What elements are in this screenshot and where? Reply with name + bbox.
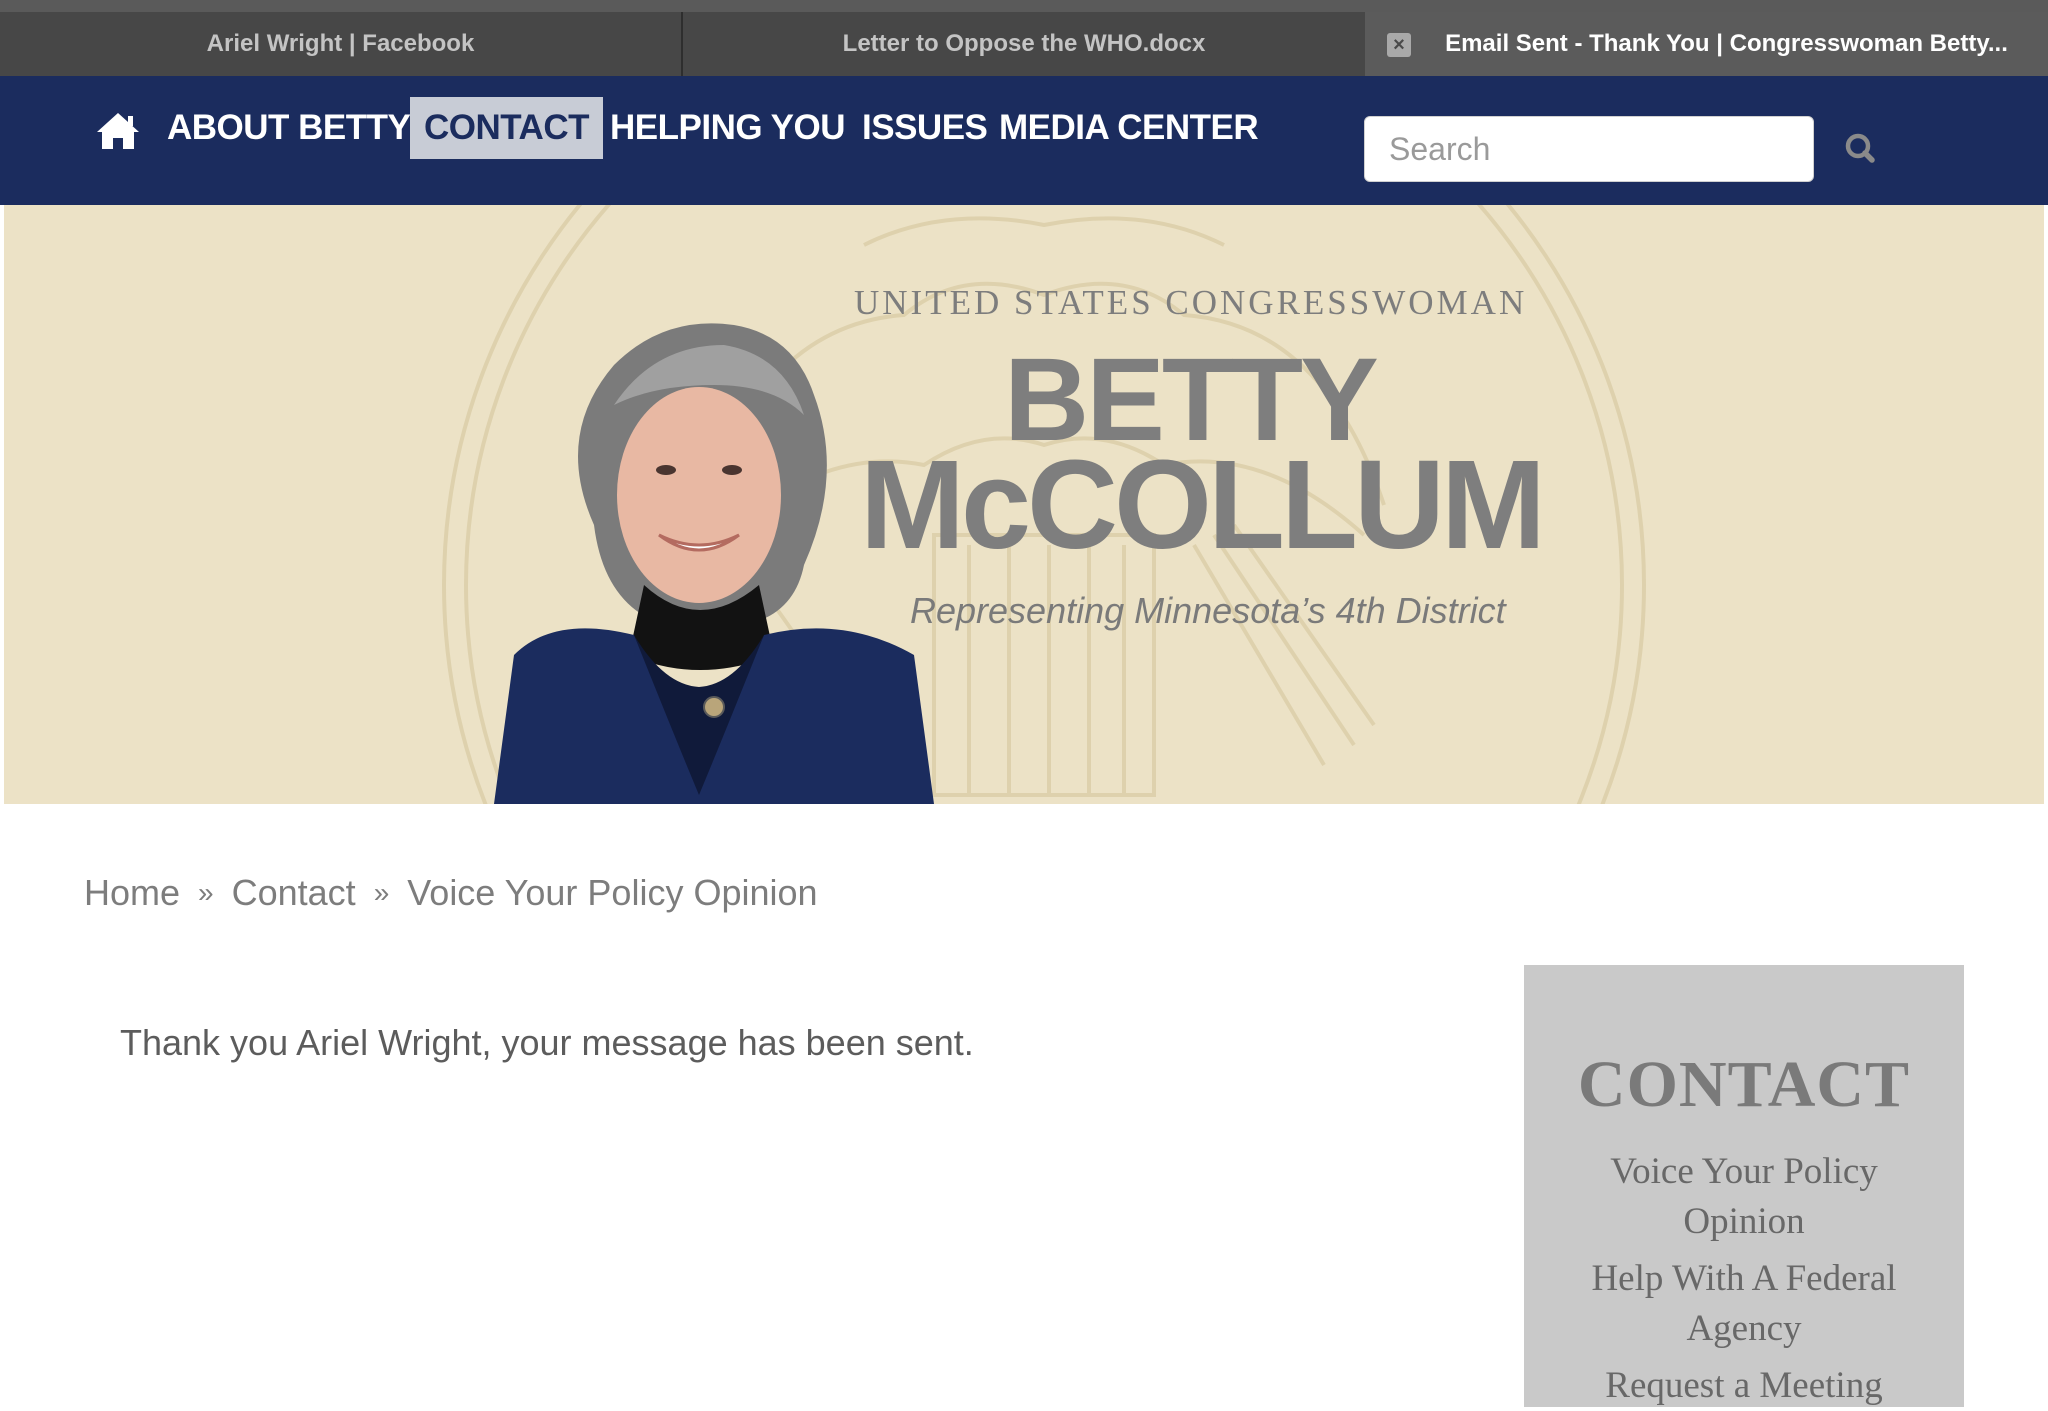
search-icon[interactable] — [1828, 116, 1894, 182]
nav-about-betty[interactable]: ABOUT BETTY — [167, 97, 411, 159]
banner-eyebrow: UNITED STATES CONGRESSWOMAN — [854, 283, 1528, 322]
search-input[interactable]: Search — [1364, 116, 1814, 182]
close-tab-icon[interactable]: × — [1387, 33, 1411, 57]
breadcrumb: Home » Contact » Voice Your Policy Opinion — [84, 872, 818, 914]
sidebar-link-request-meeting[interactable]: Request a Meeting — [1560, 1361, 1928, 1411]
breadcrumb-contact[interactable]: Contact — [232, 872, 356, 913]
sidebar-title: CONTACT — [1577, 1048, 1911, 1121]
nav-helping-you[interactable]: HELPING YOU — [610, 97, 846, 159]
breadcrumb-current: Voice Your Policy Opinion — [407, 872, 818, 913]
nav-issues[interactable]: ISSUES — [862, 97, 988, 159]
nav-contact[interactable]: CONTACT — [410, 97, 603, 159]
banner-last-name: McCOLLUM — [860, 434, 1546, 575]
congresswoman-portrait — [494, 323, 934, 804]
browser-tab-bar: Ariel Wright | Facebook Letter to Oppose… — [0, 12, 2048, 76]
tab-label: Letter to Oppose the WHO.docx — [842, 30, 1206, 57]
site-nav: ABOUT BETTY CONTACT HELPING YOU ISSUES M… — [0, 76, 2048, 205]
sidebar-link-voice-policy-opinion[interactable]: Voice Your Policy Opinion — [1560, 1147, 1928, 1247]
browser-tab-facebook[interactable]: Ariel Wright | Facebook — [0, 12, 683, 76]
breadcrumb-separator: » — [198, 877, 214, 908]
sidebar-links: Voice Your Policy Opinion Help With A Fe… — [1524, 1147, 1964, 1411]
breadcrumb-separator: » — [373, 877, 390, 908]
confirmation-message: Thank you Ariel Wright, your message has… — [120, 1022, 974, 1063]
hero-banner: UNITED STATES CONGRESSWOMAN BETTY McCOLL… — [4, 205, 2044, 804]
tab-label: Email Sent - Thank You | Congresswoman B… — [1445, 30, 2008, 57]
browser-tab-letter-docx[interactable]: Letter to Oppose the WHO.docx — [683, 12, 1365, 76]
contact-sidebar: CONTACT Voice Your Policy Opinion Help W… — [1524, 965, 1964, 1407]
breadcrumb-home[interactable]: Home — [84, 872, 180, 913]
banner-tagline: Representing Minnesota’s 4th District — [910, 590, 1506, 631]
sidebar-link-help-federal-agency[interactable]: Help With A Federal Agency — [1560, 1254, 1928, 1354]
tab-label: Ariel Wright | Facebook — [206, 30, 475, 57]
browser-top-strip — [0, 0, 2048, 12]
home-icon[interactable] — [95, 111, 141, 151]
browser-tab-email-sent[interactable]: × Email Sent - Thank You | Congresswoman… — [1365, 12, 2048, 76]
nav-media-center[interactable]: MEDIA CENTER — [999, 97, 1259, 159]
